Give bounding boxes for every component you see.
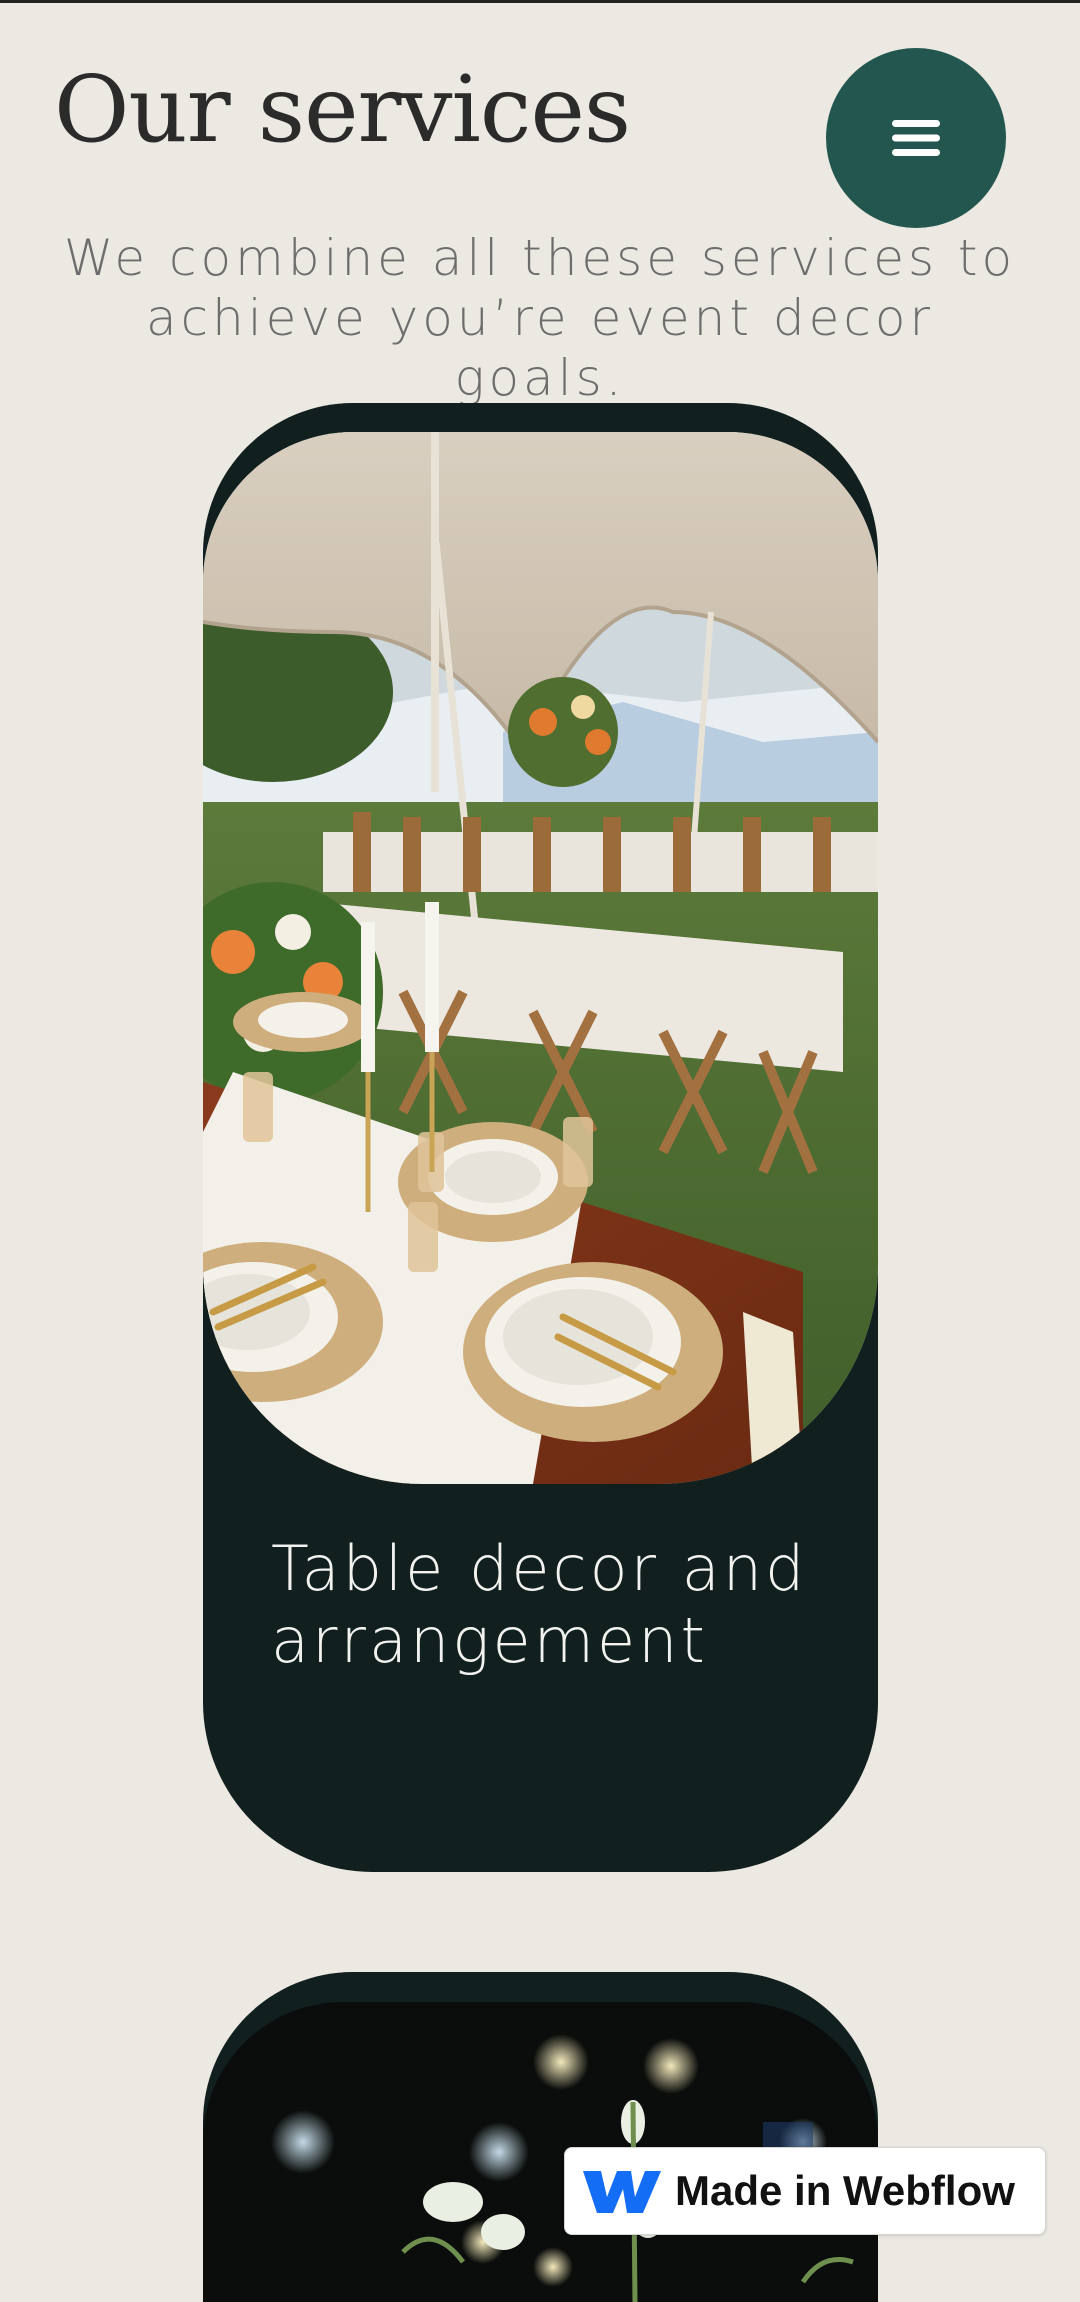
service-card-2[interactable] (203, 1972, 878, 2302)
top-rule (0, 0, 1080, 3)
service-title: Table decor and arrangement (271, 1532, 808, 1677)
intro-subtitle: We combine all these services to achieve… (63, 229, 1017, 407)
service-card-table-decor[interactable]: Table decor and arrangement (203, 403, 878, 1872)
webflow-logo-icon (583, 2171, 661, 2213)
page-title: Our services (54, 56, 631, 163)
badge-label: Made in Webflow (675, 2167, 1015, 2214)
menu-button[interactable] (826, 48, 1006, 228)
service-photo-table-decor (203, 432, 878, 1484)
hamburger-icon (892, 120, 940, 156)
made-in-webflow-badge[interactable]: Made in Webflow (564, 2147, 1046, 2235)
